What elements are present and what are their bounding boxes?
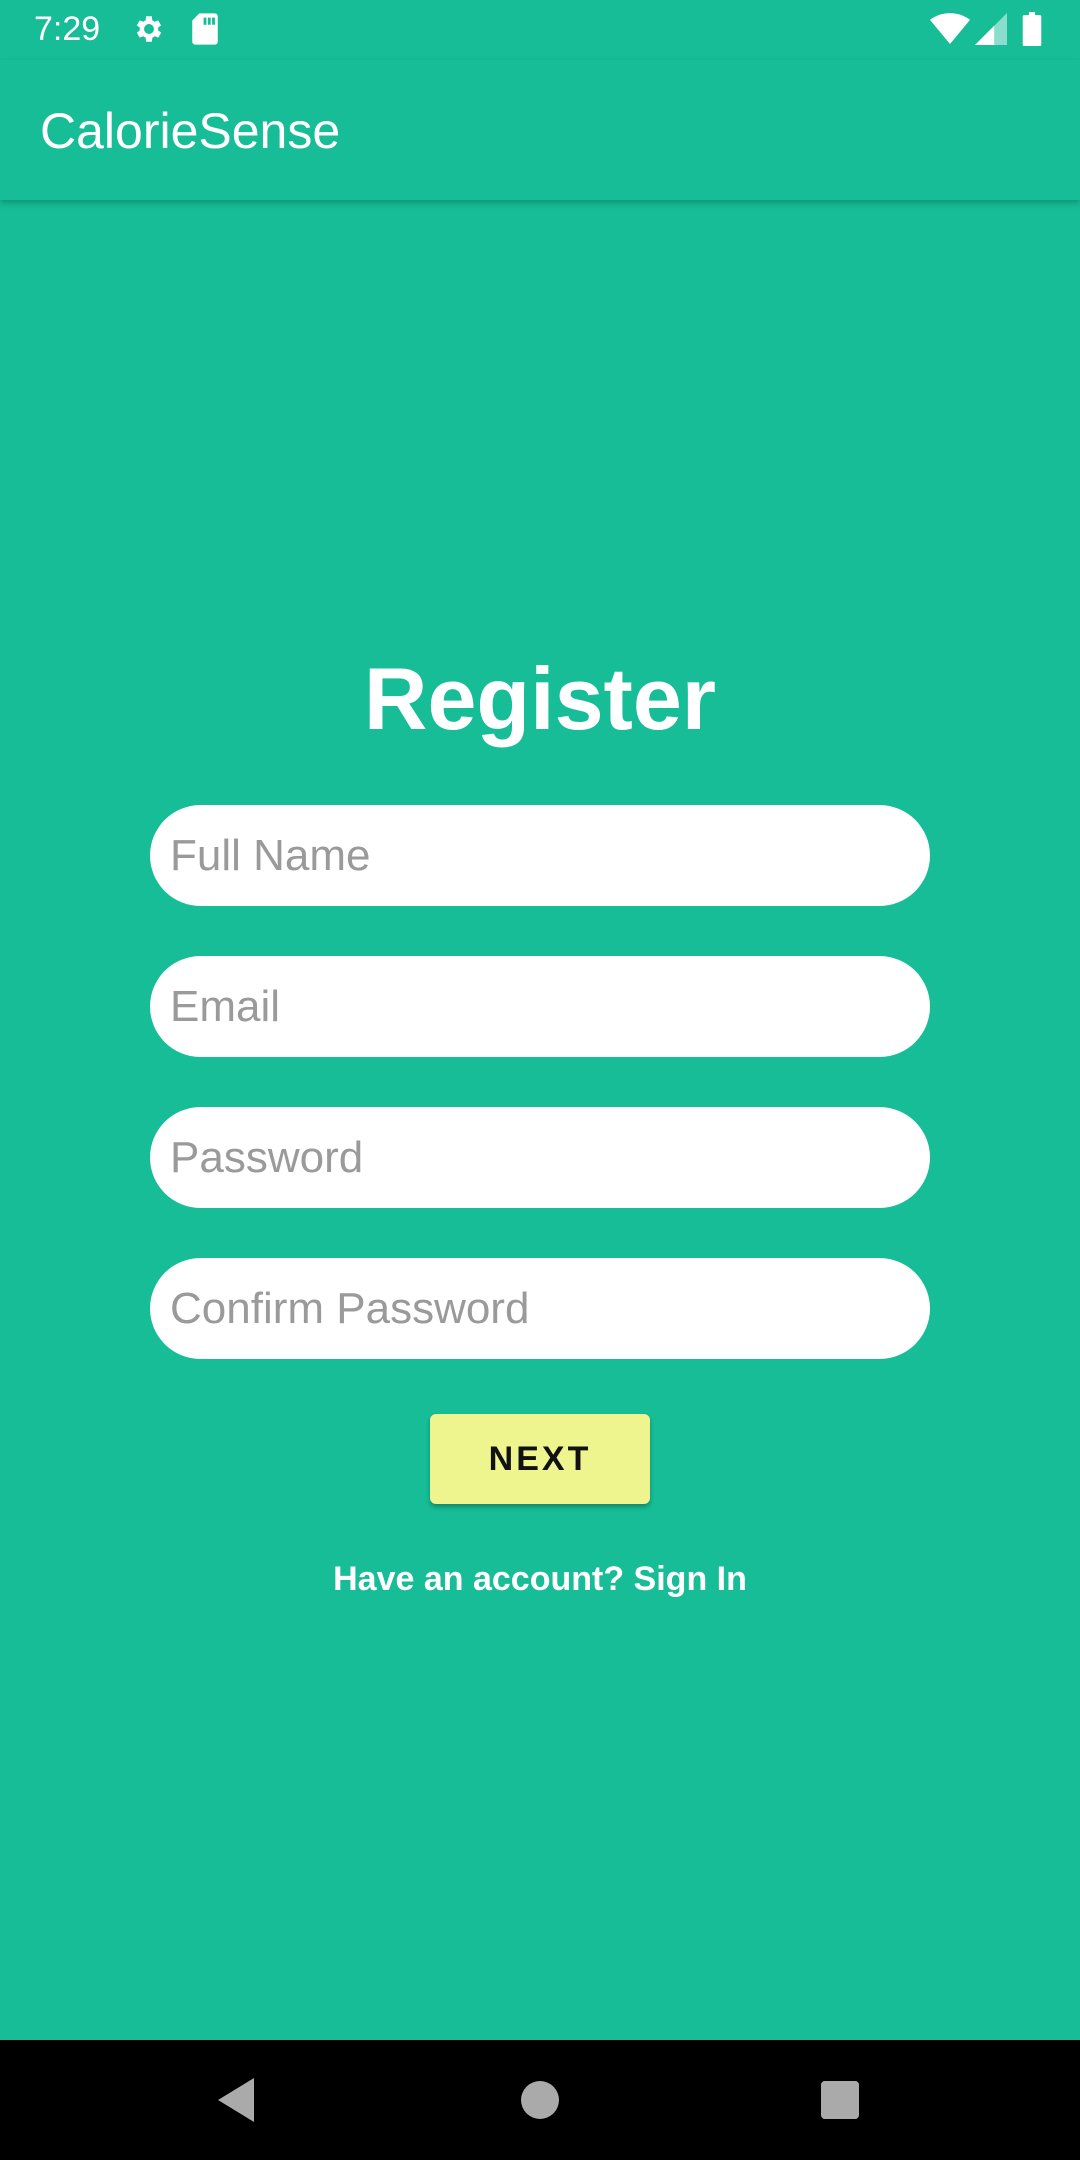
gear-icon (132, 12, 166, 51)
full-name-input[interactable] (170, 805, 910, 906)
app-bar: CalorieSense (0, 60, 1080, 200)
email-field[interactable] (150, 956, 930, 1057)
wifi-icon (930, 12, 970, 51)
next-button[interactable]: NEXT (430, 1414, 650, 1504)
register-title: Register (363, 649, 717, 748)
password-input[interactable] (170, 1107, 910, 1208)
recents-icon[interactable] (810, 2070, 870, 2130)
app-title: CalorieSense (40, 103, 341, 159)
sign-in-link[interactable]: Have an account? Sign In (0, 1560, 1080, 1599)
home-icon[interactable] (510, 2070, 570, 2130)
navigation-bar (0, 2040, 1080, 2160)
register-screen: 7:29 CalorieSense Register NEXT Have a (0, 0, 1080, 2160)
confirm-password-field[interactable] (150, 1258, 930, 1359)
status-time: 7:29 (34, 10, 101, 48)
back-icon[interactable] (208, 2070, 268, 2130)
full-name-field[interactable] (150, 805, 930, 906)
signal-icon (975, 12, 1007, 51)
email-input[interactable] (170, 956, 910, 1057)
sd-card-icon (190, 12, 220, 51)
confirm-password-input[interactable] (170, 1258, 910, 1359)
status-bar: 7:29 (0, 0, 1080, 60)
password-field[interactable] (150, 1107, 930, 1208)
battery-icon (1022, 12, 1042, 51)
